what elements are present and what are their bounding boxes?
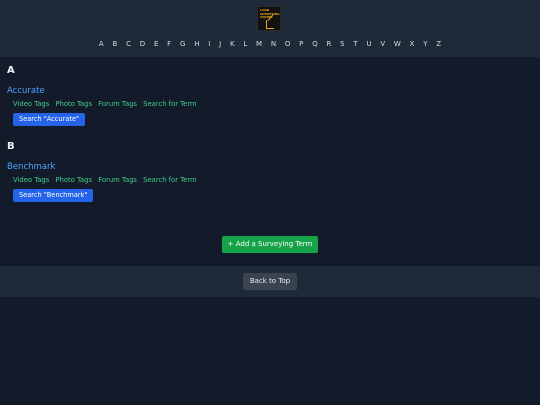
search-for-term-link[interactable]: Search for Term [143, 176, 197, 184]
alpha-link-d[interactable]: D [140, 40, 145, 48]
term-title-accurate[interactable]: Accurate [7, 86, 45, 96]
term-links-accurate: Video Tags Photo Tags Forum Tags Search … [13, 100, 201, 108]
alpha-link-m[interactable]: M [256, 40, 262, 48]
site-logo[interactable]: LAND SURVEYING UNITED [257, 6, 281, 31]
alpha-link-b[interactable]: B [113, 40, 118, 48]
alpha-link-y[interactable]: Y [423, 40, 427, 48]
section-heading-b: B [7, 141, 15, 152]
alpha-link-v[interactable]: V [380, 40, 385, 48]
alpha-link-n[interactable]: N [271, 40, 276, 48]
section-heading-a: A [7, 65, 15, 76]
alpha-link-z[interactable]: Z [436, 40, 441, 48]
alpha-link-k[interactable]: K [230, 40, 235, 48]
search-accurate-button[interactable]: Search "Accurate" [13, 113, 86, 126]
video-tags-link[interactable]: Video Tags [13, 176, 49, 184]
alpha-link-r[interactable]: R [326, 40, 331, 48]
alpha-link-i[interactable]: I [208, 40, 210, 48]
search-for-term-link[interactable]: Search for Term [143, 100, 197, 108]
search-benchmark-button[interactable]: Search "Benchmark" [13, 189, 94, 202]
alpha-link-e[interactable]: E [154, 40, 158, 48]
alpha-link-p[interactable]: P [299, 40, 303, 48]
term-links-benchmark: Video Tags Photo Tags Forum Tags Search … [13, 176, 201, 184]
alpha-link-f[interactable]: F [167, 40, 171, 48]
add-surveying-term-button[interactable]: + Add a Surveying Term [222, 236, 318, 253]
video-tags-link[interactable]: Video Tags [13, 100, 49, 108]
term-title-benchmark[interactable]: Benchmark [7, 162, 55, 172]
alpha-link-c[interactable]: C [126, 40, 131, 48]
back-to-top-button[interactable]: Back to Top [243, 273, 297, 290]
alpha-link-a[interactable]: A [99, 40, 104, 48]
alpha-link-l[interactable]: L [243, 40, 247, 48]
alphabet-nav: A B C D E F G H I J K L M N O P Q R S T … [0, 40, 540, 48]
alpha-link-w[interactable]: W [394, 40, 401, 48]
alpha-link-o[interactable]: O [285, 40, 291, 48]
alpha-link-h[interactable]: H [194, 40, 199, 48]
photo-tags-link[interactable]: Photo Tags [55, 100, 92, 108]
logo-mark-icon [266, 20, 274, 29]
alpha-link-x[interactable]: X [410, 40, 415, 48]
forum-tags-link[interactable]: Forum Tags [98, 176, 137, 184]
alpha-link-t[interactable]: T [353, 40, 357, 48]
alpha-link-u[interactable]: U [366, 40, 371, 48]
alpha-link-q[interactable]: Q [312, 40, 318, 48]
forum-tags-link[interactable]: Forum Tags [98, 100, 137, 108]
photo-tags-link[interactable]: Photo Tags [55, 176, 92, 184]
alpha-link-j[interactable]: J [219, 40, 221, 48]
site-header: LAND SURVEYING UNITED A B C D E F G H I … [0, 0, 540, 57]
alpha-link-g[interactable]: G [180, 40, 185, 48]
alpha-link-s[interactable]: S [340, 40, 344, 48]
